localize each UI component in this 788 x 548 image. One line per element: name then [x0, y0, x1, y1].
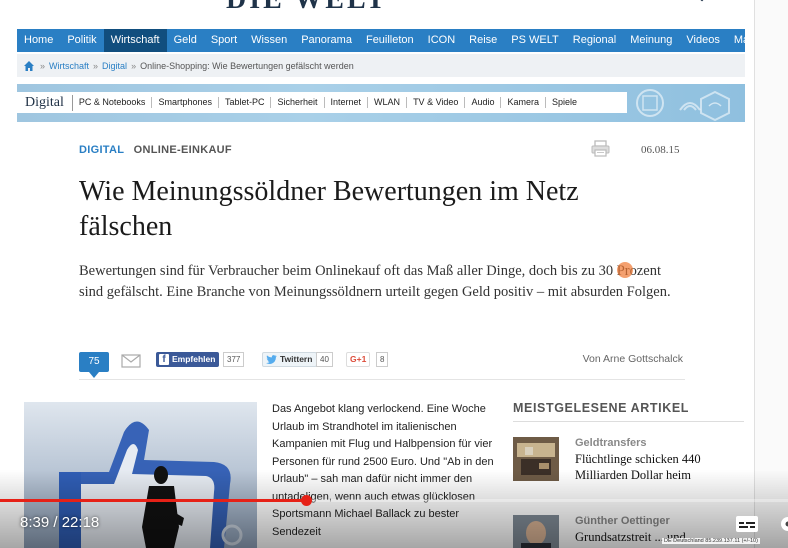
main-navigation: Home Politik Wirtschaft Geld Sport Wissen Pano… — [17, 29, 761, 52]
breadcrumb-separator: » — [131, 60, 137, 71]
video-progress-played — [0, 499, 306, 502]
most-read-kicker: Geldtransfers — [575, 437, 647, 449]
nav-item-reise[interactable]: Reise — [462, 29, 504, 52]
facebook-label: Empfehlen — [172, 354, 216, 364]
subtitles-icon[interactable] — [735, 515, 759, 533]
facebook-count: 377 — [223, 352, 245, 367]
nav-item-panorama[interactable]: Panorama — [294, 29, 359, 52]
mail-icon[interactable] — [121, 354, 141, 368]
home-icon[interactable] — [23, 60, 35, 72]
header-graphic-icon — [700, 0, 704, 2]
breadcrumb-separator: » — [93, 60, 99, 71]
section-banner: Digital PC & Notebooks Smartphones Tablet-… — [17, 84, 745, 122]
nav-item-icon[interactable]: ICON — [421, 29, 463, 52]
most-read-kicker: Günther Oettinger — [575, 515, 670, 527]
nav-item-videos[interactable]: Videos — [679, 29, 726, 52]
sidebar-divider — [513, 421, 744, 422]
video-progress-bar[interactable] — [0, 495, 788, 506]
breadcrumb-wirtschaft[interactable]: Wirtschaft — [49, 61, 89, 71]
settings-icon[interactable] — [778, 515, 788, 533]
twitter-icon — [266, 355, 277, 364]
section-subnav-item[interactable]: Kamera — [501, 97, 546, 108]
nav-item-wissen[interactable]: Wissen — [244, 29, 294, 52]
nav-item-sport[interactable]: Sport — [204, 29, 244, 52]
section-decoration-icon — [636, 89, 730, 122]
comments-count-button[interactable]: 75 — [79, 352, 109, 378]
nav-item-ps-welt[interactable]: PS WELT — [504, 29, 565, 52]
section-subnav: Digital PC & Notebooks Smartphones Tablet-… — [17, 92, 627, 113]
section-subnav-item[interactable]: Spiele — [546, 97, 583, 108]
kicker-topic: ONLINE-EINKAUF — [133, 144, 232, 156]
section-subnav-item[interactable]: Internet — [325, 97, 369, 108]
browser-page: DIE WELT HomePolitikWirtschaftGeldSportW… — [0, 0, 788, 548]
breadcrumb-separator: » — [40, 60, 46, 71]
most-read-headline[interactable]: Flüchtlinge schicken 440 Milliarden Doll… — [575, 452, 745, 483]
section-title[interactable]: Digital — [17, 94, 73, 111]
article-lead: Bewertungen sind für Verbraucher beim On… — [79, 263, 671, 300]
twitter-label: Twittern — [280, 354, 313, 364]
nav-item-geld[interactable]: Geld — [167, 29, 204, 52]
section-subnav-item[interactable]: WLAN — [368, 97, 408, 108]
nav-item-meinung[interactable]: Meinung — [623, 29, 679, 52]
social-bar: 75 f Empfehlen 377 Twittern 40 G+1 8 Von… — [79, 350, 685, 380]
twitter-tweet-button[interactable]: Twittern — [262, 352, 318, 367]
video-duration: 22:18 — [61, 514, 100, 531]
video-time-separator: / — [49, 514, 62, 531]
article-body: Das Angebot klang verlockend. Eine Woche… — [272, 403, 494, 538]
kicker-section[interactable]: DIGITAL — [79, 144, 124, 156]
mouse-cursor-highlight — [617, 262, 633, 278]
article-kicker: DIGITAL ONLINE-EINKAUF — [79, 144, 232, 156]
video-scrubber-handle[interactable] — [301, 495, 312, 506]
facebook-recommend-button[interactable]: f Empfehlen — [156, 352, 220, 367]
section-subnav-item[interactable]: PC & Notebooks — [73, 97, 153, 108]
site-logo-text: DIE WELT — [226, 0, 388, 15]
section-subnav-item[interactable]: Sicherheit — [271, 97, 325, 108]
breadcrumb-current: Online-Shopping: Wie Bewertungen gefälsc… — [140, 60, 354, 71]
video-current-time: 8:39 — [20, 514, 50, 531]
nav-item-feuilleton[interactable]: Feuilleton — [359, 29, 421, 52]
nav-item-home[interactable]: Home — [17, 29, 60, 52]
googleplus-button[interactable]: G+1 — [346, 352, 371, 367]
status-text: DE Deutschland 85.239.137.11 (+/-10) — [662, 538, 760, 544]
window-edge — [754, 0, 788, 548]
facebook-icon: f — [159, 354, 169, 365]
most-read-thumbnail — [513, 437, 559, 481]
nav-item-wirtschaft[interactable]: Wirtschaft — [103, 29, 167, 52]
site-logo[interactable]: DIE WELT — [226, 0, 388, 15]
video-time-display: 8:39 / 22:18 — [20, 514, 99, 531]
article-author[interactable]: Von Arne Gottschalck — [583, 353, 683, 365]
section-subnav-item[interactable]: TV & Video — [407, 97, 466, 108]
nav-item-regional[interactable]: Regional — [566, 29, 623, 52]
article-date: 06.08.15 — [641, 144, 680, 156]
twitter-count: 40 — [316, 352, 333, 367]
breadcrumb-digital[interactable]: Digital — [102, 61, 127, 71]
section-subnav-item[interactable]: Audio — [465, 97, 502, 108]
breadcrumb: » Wirtschaft » Digital » Online-Shopping… — [17, 54, 745, 77]
print-icon[interactable] — [591, 140, 610, 157]
section-subnav-item[interactable]: Tablet-PC — [219, 97, 272, 108]
most-read-thumbnail — [513, 515, 559, 548]
nav-item-politik[interactable]: Politik — [60, 29, 103, 52]
article-headline: Wie Meinungssöldner Bewertungen im Netz … — [79, 176, 579, 242]
most-read-title: MEISTGELESENE ARTIKEL — [513, 401, 690, 415]
googleplus-count: 8 — [376, 352, 389, 367]
section-subnav-item[interactable]: Smartphones — [152, 97, 219, 108]
